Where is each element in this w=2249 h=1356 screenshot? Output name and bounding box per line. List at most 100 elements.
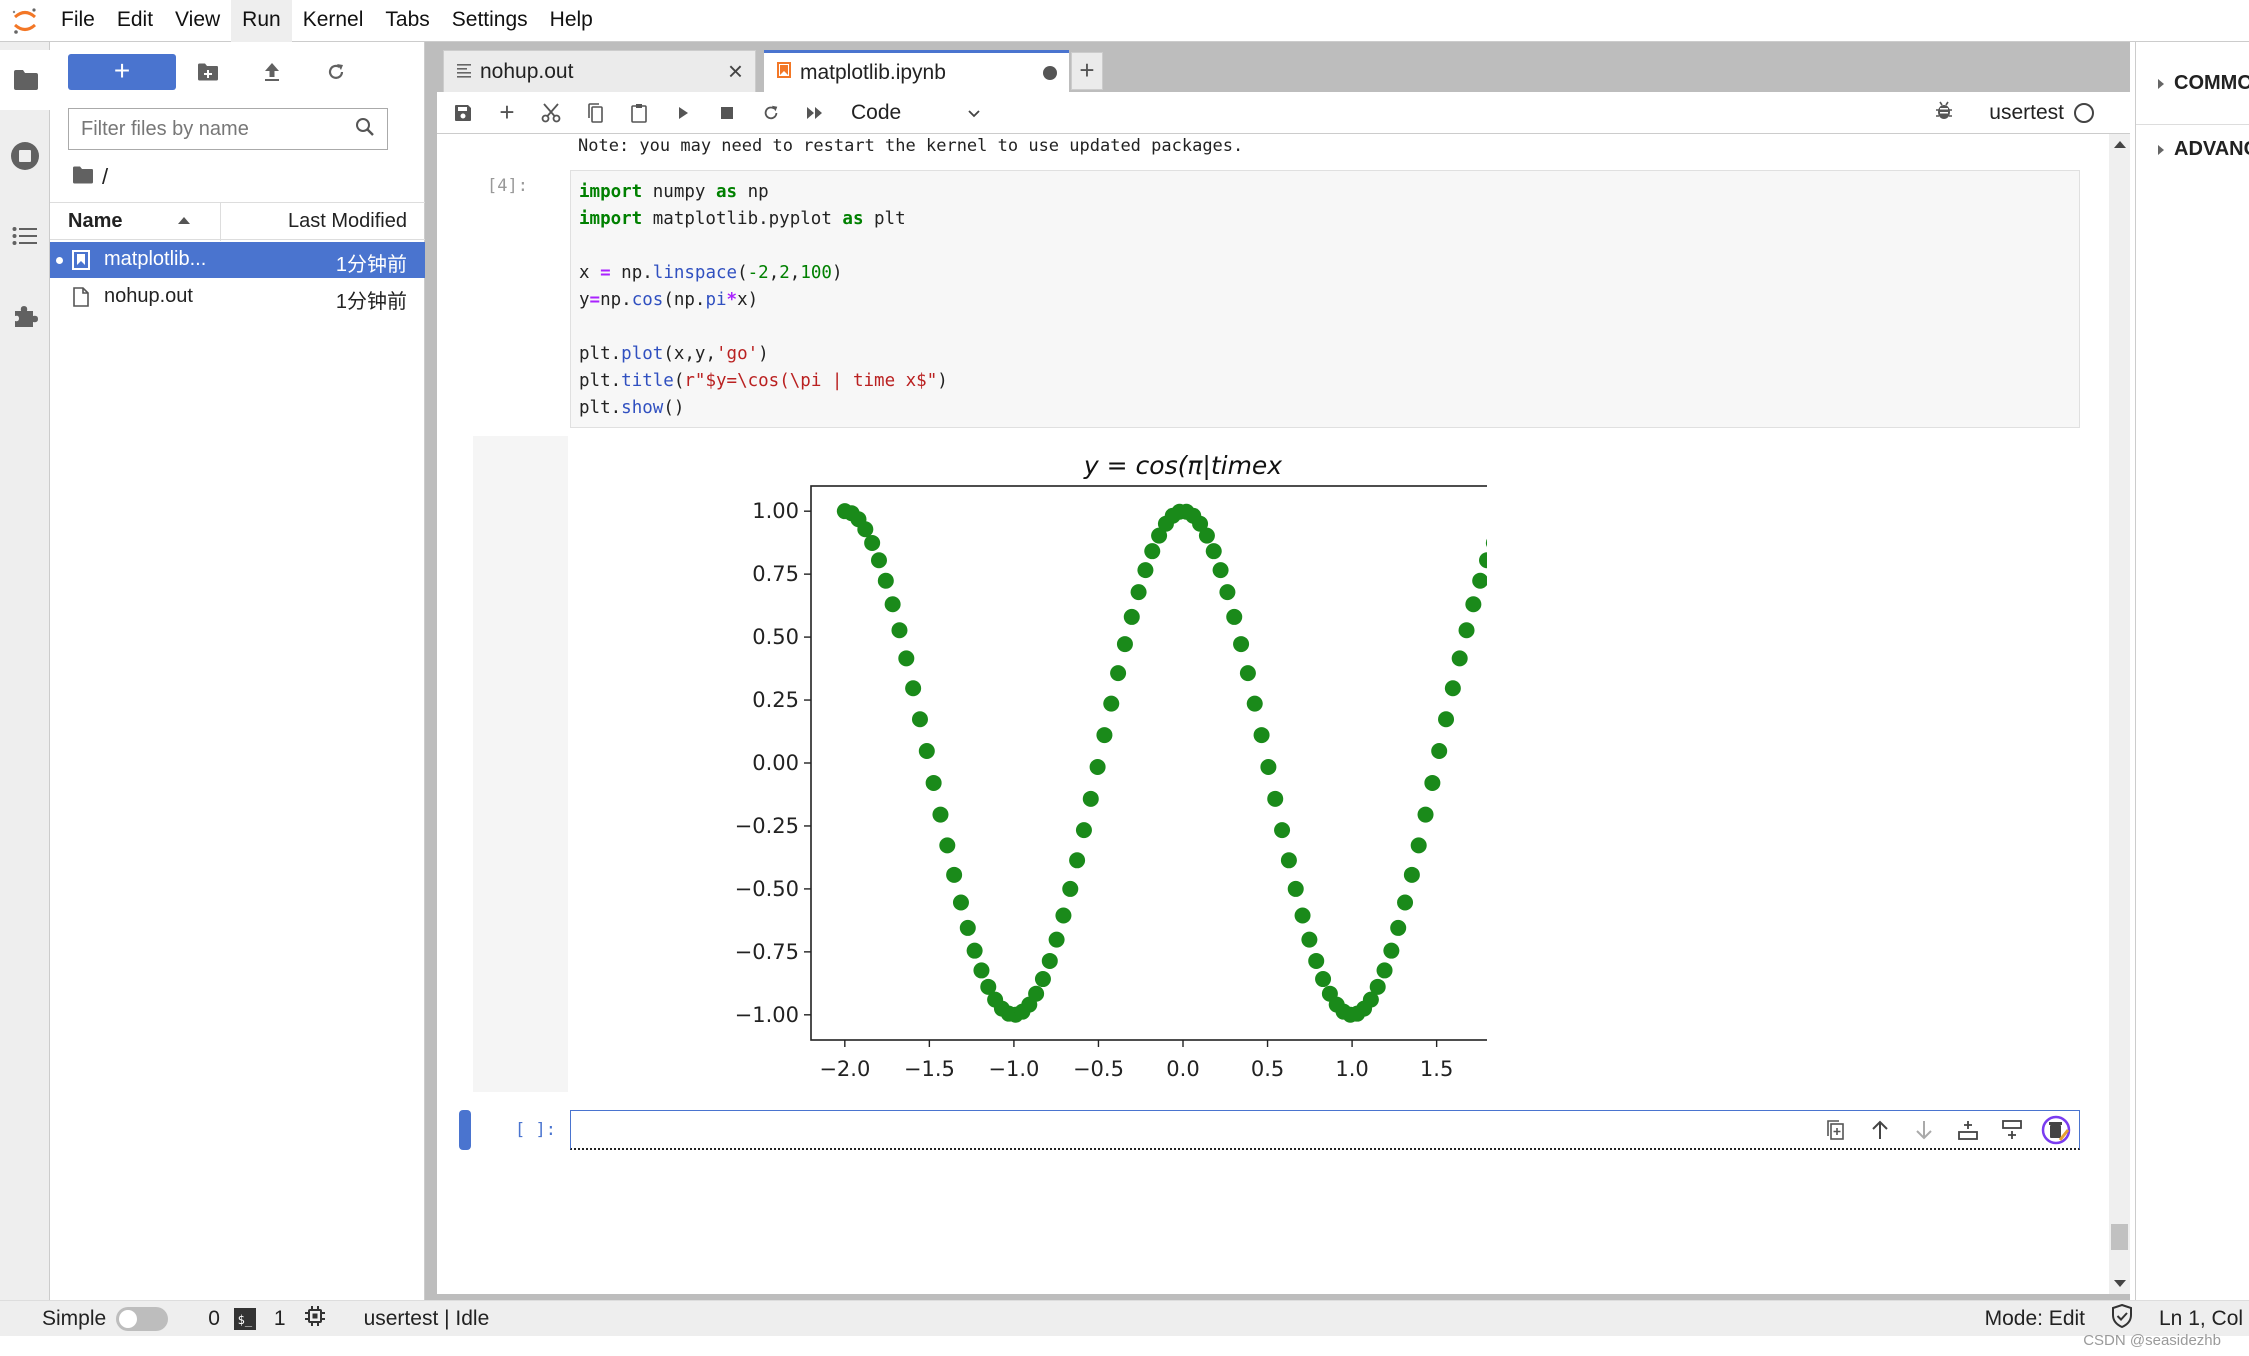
section-advanced-tools[interactable]: ADVANCED TOOLS: [2158, 138, 2249, 161]
breadcrumb-path[interactable]: /: [102, 164, 108, 190]
scroll-down-arrow-icon[interactable]: [2114, 1280, 2126, 1288]
data-point: [1055, 907, 1072, 924]
upload-icon[interactable]: [254, 54, 290, 90]
delete-cell-icon[interactable]: [2041, 1115, 2071, 1145]
column-divider[interactable]: [220, 203, 221, 241]
menu-kernel[interactable]: Kernel: [292, 0, 375, 42]
data-point: [870, 552, 887, 569]
data-point: [1075, 822, 1092, 839]
insert-cell-above-icon[interactable]: [1953, 1115, 1983, 1145]
filter-files-input[interactable]: [81, 117, 355, 141]
new-folder-icon[interactable]: [190, 54, 226, 90]
data-point: [1438, 711, 1455, 728]
table-of-contents-icon[interactable]: [0, 206, 50, 266]
trusted-shield-icon[interactable]: [2111, 1303, 2133, 1334]
editor-mode[interactable]: Mode: Edit: [1985, 1307, 2085, 1331]
paste-icon[interactable]: [617, 92, 661, 134]
close-tab-icon[interactable]: ×: [728, 56, 743, 87]
new-launcher-button[interactable]: +: [68, 54, 176, 90]
code-token: 2: [779, 263, 790, 283]
code-cell-editor[interactable]: import numpy as np import matplotlib.pypl…: [570, 170, 2080, 428]
active-cell-indicator: [459, 1110, 471, 1150]
cell-type-dropdown[interactable]: Code: [851, 101, 981, 125]
extension-manager-icon[interactable]: [0, 286, 50, 346]
tab-nohup-out[interactable]: nohup.out ×: [443, 50, 756, 92]
panel-splitter[interactable]: [425, 42, 437, 1300]
data-point: [1472, 572, 1487, 589]
notebook-scrollbar[interactable]: [2109, 134, 2130, 1294]
refresh-icon[interactable]: [318, 54, 354, 90]
file-row[interactable]: matplotlib... 1分钟前: [50, 242, 425, 278]
filter-files-field[interactable]: [68, 108, 388, 150]
running-terminals-kernels-icon[interactable]: [0, 126, 50, 186]
menu-run[interactable]: Run: [231, 0, 292, 42]
sort-ascending-icon[interactable]: [178, 217, 190, 224]
output-prompt-area[interactable]: [473, 436, 568, 1092]
code-token: x): [737, 290, 759, 310]
move-cell-down-icon[interactable]: [1909, 1115, 1939, 1145]
tab-label: matplotlib.ipynb: [800, 60, 946, 84]
simple-mode-toggle[interactable]: [116, 1306, 169, 1331]
cut-icon[interactable]: [529, 92, 573, 134]
section-common-tools[interactable]: COMMON TOOLS: [2158, 72, 2249, 95]
scrollbar-thumb[interactable]: [2111, 1224, 2128, 1250]
data-point: [1082, 790, 1099, 807]
code-token: ): [758, 344, 769, 364]
unsaved-changes-dot-icon[interactable]: [1043, 65, 1057, 80]
restart-and-run-all-icon[interactable]: [793, 92, 837, 134]
file-modified: 1分钟前: [335, 254, 407, 276]
add-tab-button[interactable]: +: [1071, 52, 1103, 90]
move-cell-up-icon[interactable]: [1865, 1115, 1895, 1145]
breadcrumb-home-folder-icon[interactable]: [72, 164, 94, 190]
data-point: [1390, 919, 1407, 936]
data-point: [939, 837, 956, 854]
column-header-last-modified[interactable]: Last Modified: [288, 210, 407, 233]
kernel-count[interactable]: 1: [274, 1307, 286, 1331]
tab-matplotlib-ipynb[interactable]: matplotlib.ipynb: [764, 50, 1069, 92]
insert-cell-icon[interactable]: +: [485, 92, 529, 134]
menu-settings[interactable]: Settings: [441, 0, 539, 42]
folder-icon[interactable]: [0, 50, 51, 110]
debugger-bug-icon[interactable]: [1935, 100, 1953, 126]
insert-cell-below-icon[interactable]: [1997, 1115, 2027, 1145]
duplicate-cell-icon[interactable]: [1821, 1115, 1851, 1145]
code-line: import matplotlib.pyplot as plt: [579, 206, 2071, 233]
file-row[interactable]: nohup.out 1分钟前: [50, 279, 425, 315]
code-token: (np.: [663, 290, 706, 310]
terminal-icon[interactable]: $_: [233, 1307, 256, 1330]
data-point: [1069, 852, 1086, 869]
menu-help[interactable]: Help: [539, 0, 604, 42]
cursor-position[interactable]: Ln 1, Col 1: [2159, 1307, 2249, 1331]
x-tick-label: −1.5: [904, 1057, 955, 1081]
menu-file[interactable]: File: [50, 0, 106, 42]
kernel-status[interactable]: usertest | Idle: [364, 1307, 490, 1331]
terminal-count[interactable]: 0: [208, 1307, 220, 1331]
menu-edit[interactable]: Edit: [106, 0, 164, 42]
data-point: [1410, 837, 1427, 854]
notebook-toolbar: + Code usertest: [437, 92, 2130, 134]
section-title: COMMON TOOLS: [2174, 72, 2249, 94]
code-token: numpy: [642, 182, 716, 202]
scroll-up-arrow-icon[interactable]: [2114, 140, 2126, 148]
data-point: [946, 866, 963, 883]
column-header-name[interactable]: Name: [68, 210, 122, 233]
data-point: [1089, 759, 1106, 775]
activity-bar: [0, 42, 51, 1300]
kernel-name[interactable]: usertest: [1989, 101, 2064, 125]
run-icon[interactable]: [661, 92, 705, 134]
interrupt-kernel-icon[interactable]: [705, 92, 749, 134]
data-point: [1253, 727, 1270, 744]
data-point: [1369, 978, 1386, 995]
empty-code-cell-editor[interactable]: [570, 1110, 2080, 1150]
data-point: [905, 680, 922, 697]
save-icon[interactable]: [441, 92, 485, 134]
cpu-chip-icon[interactable]: [304, 1305, 326, 1333]
code-token: -2: [747, 263, 769, 283]
restart-kernel-icon[interactable]: [749, 92, 793, 134]
menu-view[interactable]: View: [164, 0, 231, 42]
breadcrumb: /: [72, 164, 108, 190]
menu-tabs[interactable]: Tabs: [374, 0, 440, 42]
code-token: =: [589, 290, 601, 310]
data-point: [1116, 636, 1133, 653]
copy-icon[interactable]: [573, 92, 617, 134]
